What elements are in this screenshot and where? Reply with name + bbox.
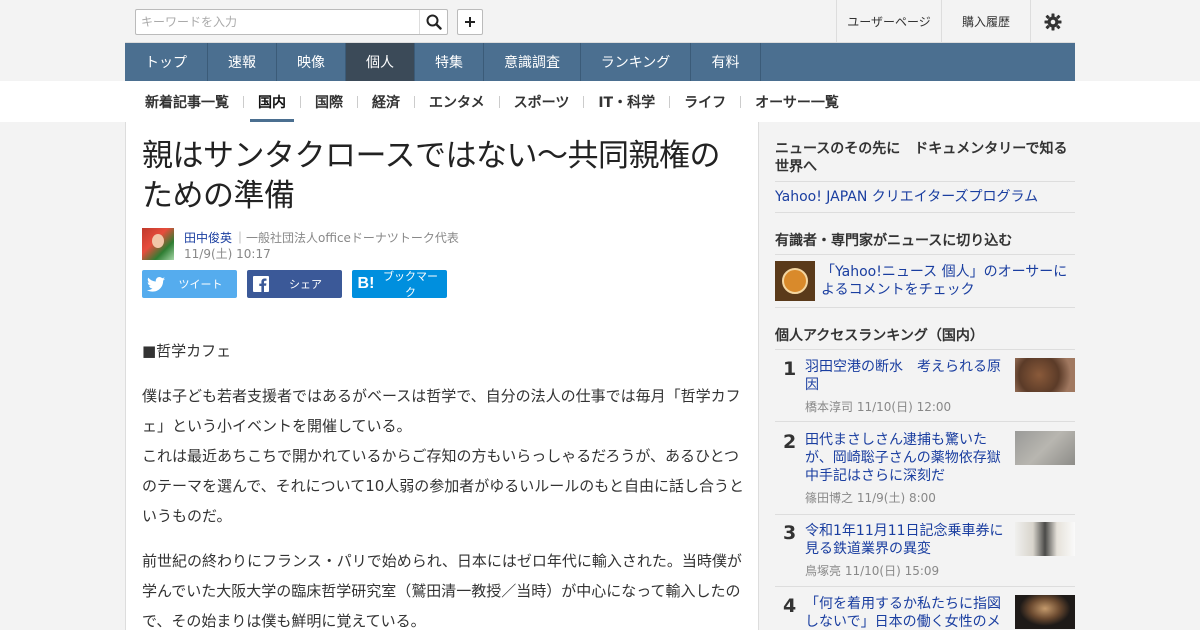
rank-title-link[interactable]: 羽田空港の断水 考えられる原因 — [805, 358, 1005, 394]
rank-title-link[interactable]: 令和1年11月11日記念乗車券に見る鉄道業界の異変 — [805, 522, 1005, 558]
creators-program-link[interactable]: Yahoo! JAPAN クリエイターズプログラム — [775, 188, 1038, 206]
search-box — [135, 9, 448, 35]
nav-top[interactable]: トップ — [125, 43, 208, 81]
subnav-sports[interactable]: スポーツ — [500, 81, 584, 122]
subnav-it-science[interactable]: IT・科学 — [584, 81, 669, 122]
divider — [775, 421, 1075, 422]
sub-nav-bar: 新着記事一覧 国内 国際 経済 エンタメ スポーツ IT・科学 ライフ オーサー… — [0, 81, 1200, 122]
promo-heading: ニュースのその先に ドキュメンタリーで知る世界へ — [775, 141, 1068, 175]
rank-number: 1 — [783, 358, 797, 380]
ranking-heading: 個人アクセスランキング（国内） — [775, 328, 984, 344]
rank-meta: 篠田博之 11/9(土) 8:00 — [805, 491, 936, 505]
subnav-author-list[interactable]: オーサー一覧 — [741, 81, 853, 122]
article-body: ■哲学カフェ 僕は子ども若者支援者ではあるがベースは哲学で、自分の法人の仕事では… — [142, 336, 746, 630]
nav-survey[interactable]: 意識調査 — [484, 43, 581, 81]
ranking-item[interactable]: 3 令和1年11月11日記念乗車券に見る鉄道業界の異変 鳥塚亮 11/10(日)… — [775, 522, 1075, 582]
subnav-economy[interactable]: 経済 — [358, 81, 414, 122]
search-icon — [426, 14, 442, 30]
search-input[interactable] — [136, 10, 419, 34]
rank-number: 2 — [783, 431, 797, 453]
article-paragraph: これは最近あちこちで開かれているからご存知の方もいらっしゃるだろうが、あるひとつ… — [142, 447, 744, 525]
main-nav: トップ 速報 映像 個人 特集 意識調査 ランキング 有料 — [125, 43, 1075, 81]
rank-number: 3 — [783, 522, 797, 544]
rank-thumbnail[interactable] — [1015, 522, 1075, 556]
divider — [775, 307, 1075, 308]
nav-breaking[interactable]: 速報 — [208, 43, 277, 81]
tweet-label: ツイート — [178, 278, 223, 291]
purchase-history-link[interactable]: 購入履歴 — [941, 0, 1030, 43]
rank-number: 4 — [783, 595, 797, 617]
user-page-link[interactable]: ユーザーページ — [836, 0, 941, 43]
search-button[interactable] — [419, 10, 447, 34]
article-heading: ■哲学カフェ — [142, 342, 232, 360]
facebook-share-label: シェア — [289, 278, 322, 291]
twitter-icon — [142, 270, 170, 298]
author-comment-link[interactable]: 「Yahoo!ニュース 個人」のオーサーによるコメントをチェック — [821, 263, 1071, 299]
comment-heading: 有識者・専門家がニュースに切り込む — [775, 233, 1013, 249]
top-bar: ユーザーページ 購入履歴 — [125, 0, 1075, 43]
rank-meta: 鳥塚亮 11/10(日) 15:09 — [805, 564, 940, 578]
sidebar: ニュースのその先に ドキュメンタリーで知る世界へ Yahoo! JAPAN クリ… — [759, 122, 1075, 630]
article-date: 11/9(土) 10:17 — [184, 247, 271, 261]
subnav-latest[interactable]: 新着記事一覧 — [125, 81, 243, 122]
subnav-entertainment[interactable]: エンタメ — [415, 81, 499, 122]
divider — [775, 181, 1075, 182]
tweet-button[interactable]: ツイート — [142, 270, 237, 298]
author-avatar[interactable] — [142, 228, 174, 260]
divider — [775, 586, 1075, 587]
nav-individual[interactable]: 個人 — [346, 43, 415, 81]
divider — [775, 349, 1075, 350]
comment-icon — [775, 261, 815, 301]
ranking-item[interactable]: 4 「何を着用するか私たちに指図しないで」日本の働く女性のメ — [775, 595, 1075, 630]
rank-thumbnail[interactable] — [1015, 595, 1075, 629]
ranking-item[interactable]: 2 田代まさしさん逮捕も驚いたが、岡崎聡子さんの薬物依存獄中手記はさらに深刻だ … — [775, 431, 1075, 511]
divider — [775, 254, 1075, 255]
nav-ranking[interactable]: ランキング — [581, 43, 691, 81]
sub-nav: 新着記事一覧 国内 国際 経済 エンタメ スポーツ IT・科学 ライフ オーサー… — [125, 81, 1075, 122]
article-title: 親はサンタクロースではない～共同親権のための準備 — [142, 138, 720, 214]
divider — [775, 212, 1075, 213]
settings-button[interactable] — [1030, 0, 1075, 43]
facebook-icon — [247, 270, 275, 298]
article-paragraph: 僕は子ども若者支援者ではあるがベースは哲学で、自分の法人の仕事では毎月「哲学カフ… — [142, 387, 741, 435]
gear-icon — [1044, 13, 1062, 30]
rank-meta: 橋本淳司 11/10(日) 12:00 — [805, 400, 952, 414]
hatena-bookmark-button[interactable]: B! ブックマーク — [352, 270, 447, 299]
divider — [775, 514, 1075, 515]
rank-title-link[interactable]: 田代まさしさん逮捕も驚いたが、岡崎聡子さんの薬物依存獄中手記はさらに深刻だ — [805, 431, 1005, 485]
author-organization: ｜一般社団法人officeドーナツトーク代表 — [234, 231, 459, 245]
ranking-item[interactable]: 1 羽田空港の断水 考えられる原因 橋本淳司 11/10(日) 12:00 — [775, 358, 1075, 418]
article-paragraph: 前世紀の終わりにフランス・パリで始められ、日本にはゼロ年代に輸入された。当時僕が… — [142, 552, 742, 630]
plus-icon — [465, 17, 475, 27]
rank-thumbnail[interactable] — [1015, 431, 1075, 465]
nav-video[interactable]: 映像 — [277, 43, 346, 81]
author-name-link[interactable]: 田中俊英 — [184, 229, 232, 246]
article: 親はサンタクロースではない～共同親権のための準備 田中俊英 ｜一般社団法人off… — [125, 122, 759, 630]
subnav-international[interactable]: 国際 — [301, 81, 357, 122]
nav-feature[interactable]: 特集 — [415, 43, 484, 81]
hatena-bookmark-icon: B! — [357, 275, 375, 292]
add-button[interactable] — [457, 9, 483, 35]
nav-paid[interactable]: 有料 — [691, 43, 761, 81]
facebook-share-button[interactable]: シェア — [247, 270, 342, 298]
subnav-life[interactable]: ライフ — [670, 81, 740, 122]
subnav-domestic[interactable]: 国内 — [244, 81, 300, 122]
hatena-bookmark-label: ブックマーク — [383, 270, 438, 299]
rank-title-link[interactable]: 「何を着用するか私たちに指図しないで」日本の働く女性のメ — [805, 595, 1005, 630]
rank-thumbnail[interactable] — [1015, 358, 1075, 392]
